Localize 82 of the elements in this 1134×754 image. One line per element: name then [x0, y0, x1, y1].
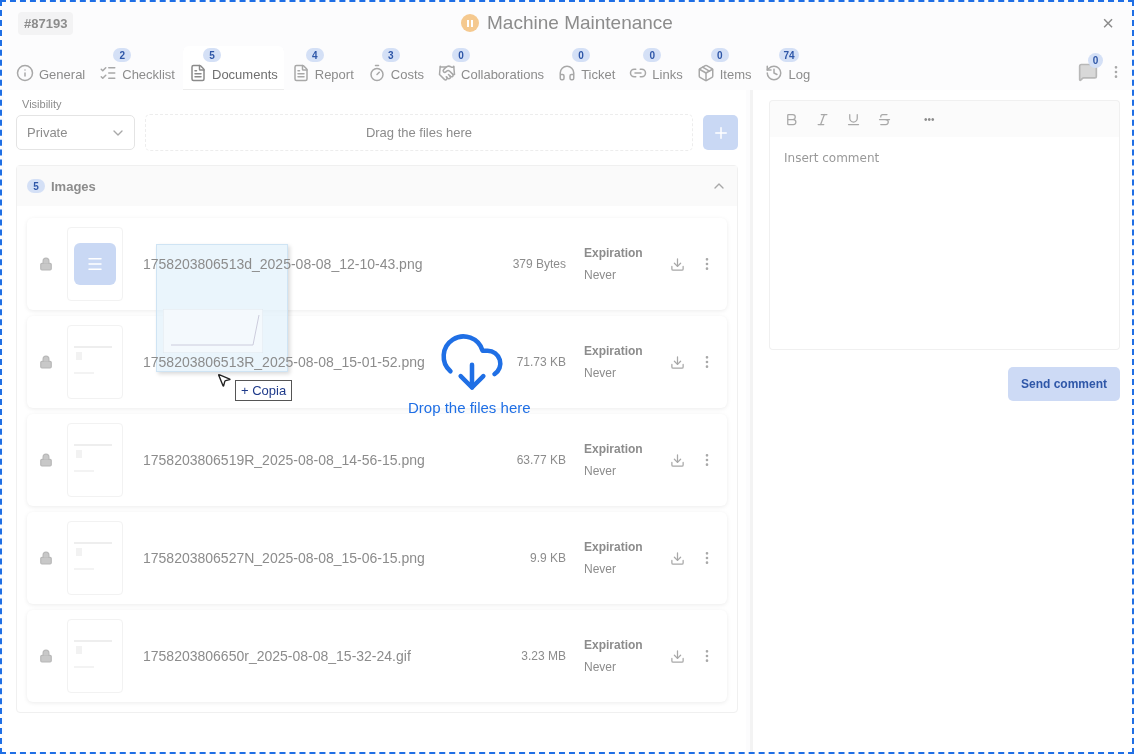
box-icon — [696, 64, 715, 82]
file-dropzone[interactable]: Drag the files here — [145, 114, 693, 151]
section-header[interactable]: 5 Images — [17, 166, 737, 206]
expiration-label: Expiration — [584, 638, 644, 652]
tab[interactable]: General — [10, 46, 92, 90]
expiration-value: Never — [584, 562, 617, 576]
file-size: 379 Bytes — [511, 257, 566, 271]
lock-icon — [39, 551, 53, 565]
file-name: 1758203806650r_2025-08-08_15-32-24.gif — [143, 648, 412, 664]
lock-icon — [39, 649, 53, 663]
lock-icon — [39, 257, 53, 271]
bold-button[interactable] — [784, 111, 799, 127]
count-badge: 0 — [452, 48, 470, 62]
add-button[interactable] — [703, 115, 738, 150]
file-size: 63.77 KB — [515, 453, 566, 467]
tab[interactable]: Links 0 — [623, 46, 689, 90]
more-button[interactable]: ••• — [922, 111, 937, 127]
cursor-icon — [216, 372, 232, 388]
handshake-icon — [438, 64, 456, 82]
tab[interactable]: Documents 5 — [183, 46, 284, 90]
download-button[interactable] — [670, 452, 685, 468]
info-icon — [16, 64, 34, 82]
pause-icon — [461, 14, 480, 32]
tab[interactable]: Ticket 0 — [552, 46, 622, 90]
download-button[interactable] — [670, 354, 685, 370]
record-id: #87193 — [18, 11, 74, 35]
expiration-label: Expiration — [584, 246, 644, 260]
tab[interactable]: Checklist 2 — [93, 46, 181, 90]
comment-field[interactable]: Insert comment — [769, 137, 1120, 350]
expiration-label: Expiration — [584, 540, 644, 554]
field-label: Visibility — [22, 98, 63, 110]
chat-icon[interactable] — [1078, 62, 1098, 82]
tab[interactable]: Costs 3 — [361, 46, 430, 90]
lock-icon — [39, 453, 53, 467]
expiration-value: Never — [584, 660, 617, 674]
expiration-value: Never — [584, 366, 617, 380]
tab[interactable]: Items 0 — [690, 46, 758, 90]
count-badge: 5 — [27, 179, 45, 193]
stopwatch-icon — [367, 64, 386, 82]
expiration-label: Expiration — [584, 344, 644, 358]
file-name: 1758203806527N_2025-08-08_15-06-15.png — [143, 550, 426, 566]
window-title: Machine Maintenance — [487, 12, 673, 34]
count-badge: 4 — [305, 48, 324, 62]
count-badge: 3 — [381, 48, 400, 62]
section-title: Images — [51, 178, 96, 194]
expiration-value: Never — [584, 268, 617, 282]
expiration-value: Never — [584, 464, 617, 478]
headphones-icon — [558, 64, 577, 82]
drop-hint: Drop the files here — [408, 399, 531, 416]
expiration-label: Expiration — [584, 442, 644, 456]
file-name: 1758203806513d_2025-08-08_12-10-43.png — [143, 256, 424, 272]
history-icon — [765, 64, 784, 82]
send-button[interactable]: Send comment — [1008, 367, 1120, 401]
checklist-icon — [99, 64, 118, 82]
copy-badge: + Copia — [235, 380, 293, 401]
underline-button[interactable] — [846, 111, 861, 127]
italic-button[interactable] — [815, 111, 830, 127]
lock-icon — [39, 355, 53, 369]
count-badge: 5 — [203, 48, 221, 62]
document-icon — [74, 243, 116, 285]
count-badge: 0 — [643, 48, 662, 62]
file-size: 3.23 MB — [520, 649, 566, 663]
tab[interactable]: Collaborations 0 — [432, 46, 551, 90]
file-name: 1758203806519R_2025-08-08_14-56-15.png — [143, 452, 426, 468]
file-size: 71.73 KB — [515, 355, 566, 369]
count-badge: 0 — [572, 48, 591, 62]
count-badge: 0 — [710, 48, 729, 62]
tab[interactable]: Log 74 — [759, 46, 817, 90]
download-button[interactable] — [670, 256, 685, 272]
download-button[interactable] — [670, 550, 685, 566]
file-name: 1758203806513R_2025-08-08_15-01-52.png — [143, 354, 426, 370]
count-badge: 74 — [779, 48, 799, 62]
count-badge: 0 — [1088, 53, 1103, 68]
count-badge: 2 — [113, 48, 132, 62]
close-button[interactable]: × — [1098, 11, 1118, 35]
strikethrough-button[interactable] — [877, 111, 892, 127]
visibility-select[interactable]: Private — [16, 115, 135, 150]
download-button[interactable] — [670, 648, 685, 664]
tab[interactable]: Report 4 — [285, 46, 360, 90]
document-icon — [291, 64, 310, 82]
file-size: 9.9 KB — [528, 551, 566, 565]
document-icon — [189, 64, 207, 82]
